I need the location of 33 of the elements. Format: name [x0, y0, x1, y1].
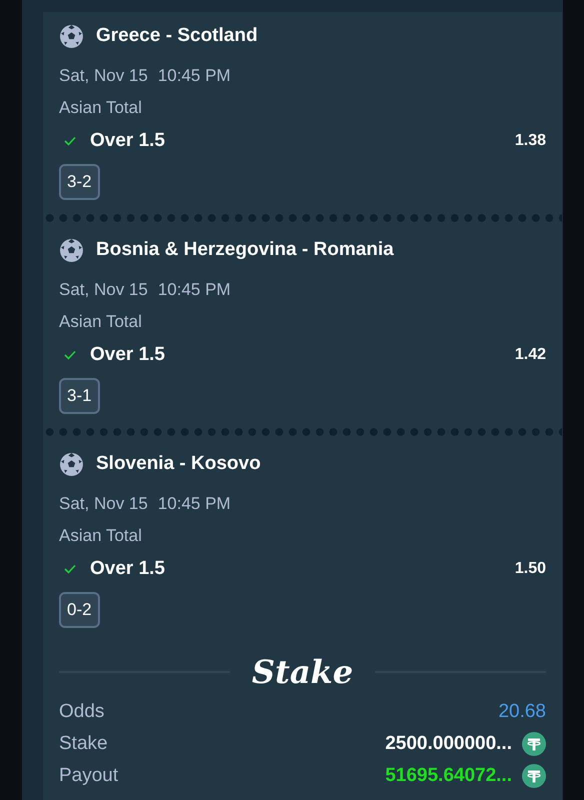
summary-value: 51695.64072... [385, 765, 512, 787]
odds-value: 1.50 [514, 560, 546, 578]
tether-coin-icon [522, 764, 546, 788]
soccer-ball-icon [59, 238, 84, 262]
odds-value: 1.38 [514, 132, 546, 150]
match-date: Sat, Nov 15 [59, 494, 148, 514]
summary-label: Payout [59, 765, 120, 787]
soccer-ball-icon [59, 24, 84, 48]
score-badge: 0-2 [59, 592, 100, 628]
soccer-ball-icon [59, 452, 84, 476]
summary-label: Odds [59, 701, 106, 723]
match-date: Sat, Nov 15 [59, 280, 148, 300]
match-date: Sat, Nov 15 [59, 66, 148, 86]
market-name: Asian Total [59, 97, 143, 119]
market-name: Asian Total [59, 525, 143, 547]
score-badge: 3-1 [59, 378, 100, 414]
odds-value: 1.42 [514, 346, 546, 364]
match-title: Bosnia & Herzegovina - Romania [96, 239, 394, 261]
match-title: Greece - Scotland [96, 25, 258, 47]
score-badge: 3-2 [59, 164, 100, 200]
summary-value: 20.68 [498, 701, 546, 723]
match-time: 10:45 PM [158, 66, 231, 86]
selection-label: Over 1.5 [90, 344, 166, 366]
match-title: Slovenia - Kosovo [96, 453, 261, 475]
summary-value: 2500.000000... [385, 733, 512, 755]
summary-label: Stake [59, 733, 109, 755]
tether-coin-icon [522, 732, 546, 756]
brand-logo: Stake [252, 653, 354, 691]
market-name: Asian Total [59, 311, 143, 333]
match-time: 10:45 PM [158, 494, 231, 514]
selection-label: Over 1.5 [90, 558, 166, 580]
selection-label: Over 1.5 [90, 130, 166, 152]
match-time: 10:45 PM [158, 280, 231, 300]
